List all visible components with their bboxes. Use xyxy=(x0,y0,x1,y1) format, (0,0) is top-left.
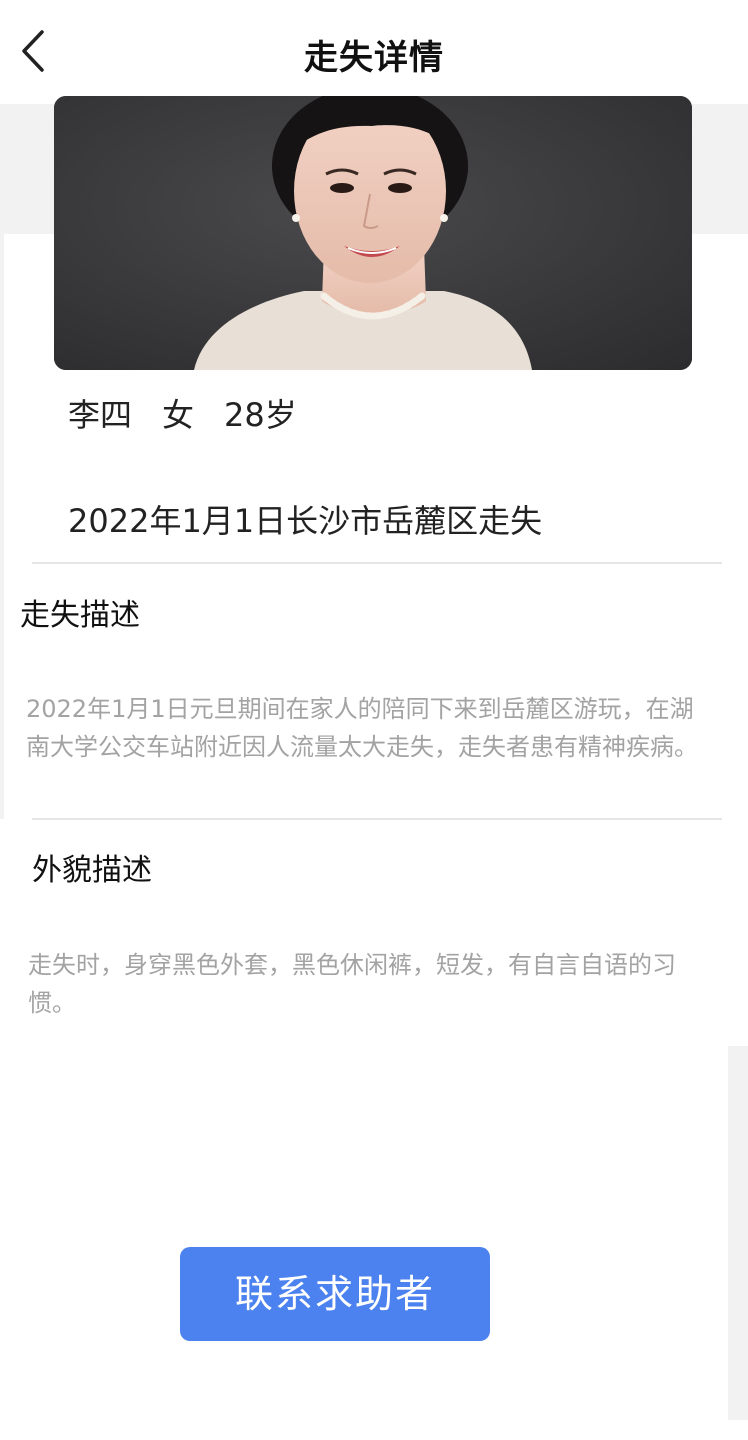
appearance-description-text: 走失时，身穿黑色外套，黑色休闲裤，短发，有自言自语的习惯。 xyxy=(28,951,676,1017)
missing-person-photo xyxy=(54,96,692,370)
lost-description-text: 2022年1月1日元旦期间在家人的陪同下来到岳麓区游玩，在湖南大学公交车站附近因… xyxy=(26,695,698,761)
person-name: 李四 xyxy=(68,396,133,434)
appearance-description-title: 外貌描述 xyxy=(32,853,152,888)
divider xyxy=(32,562,722,564)
person-age: 28岁 xyxy=(224,396,297,434)
top-bar: 走失详情 xyxy=(0,0,748,104)
background-edge-left xyxy=(0,234,4,819)
lost-time-location: 2022年1月1日长沙市岳麓区走失 xyxy=(68,502,543,540)
person-basic-info: 李四女 28岁 xyxy=(68,390,297,436)
page-title: 走失详情 xyxy=(304,38,444,78)
background-edge-right xyxy=(728,1046,748,1420)
person-gender: 女 xyxy=(162,396,195,434)
divider xyxy=(32,818,722,820)
lost-description-title: 走失描述 xyxy=(20,598,140,633)
contact-requester-button[interactable]: 联系求助者 xyxy=(180,1247,490,1341)
missing-detail-page: 走失详情 李四 女 28岁 2022年1月1日长沙市岳麓区走失 走失描述 202… xyxy=(0,0,748,1440)
